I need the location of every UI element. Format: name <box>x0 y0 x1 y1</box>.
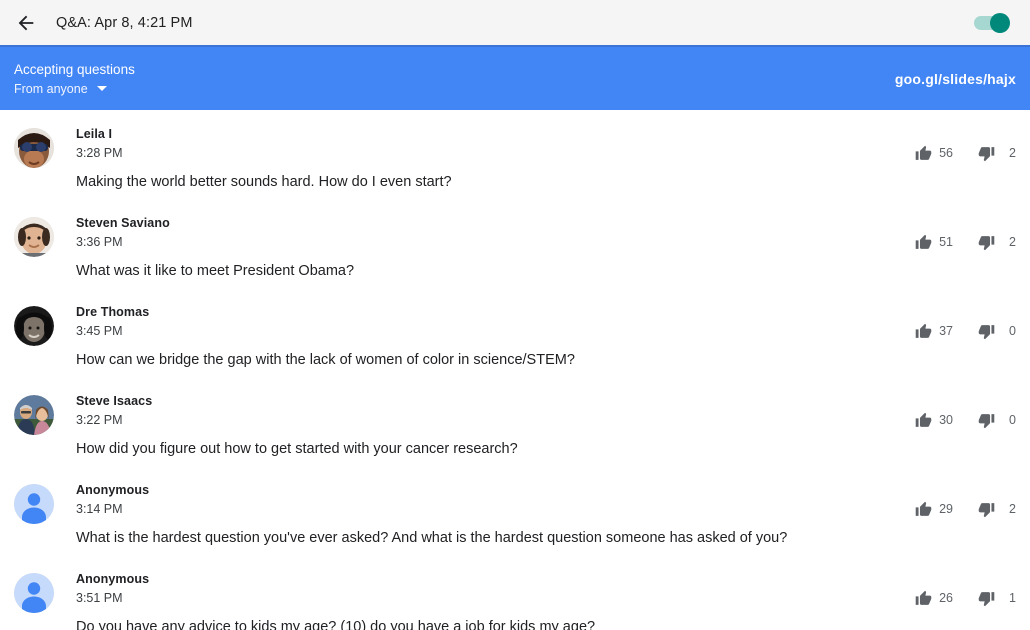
thumb-down-icon[interactable] <box>977 144 995 162</box>
thumb-down-icon[interactable] <box>977 322 995 340</box>
avatar <box>14 306 54 346</box>
vote-controls: 26 1 <box>914 589 1016 607</box>
accepting-questions-toggle[interactable] <box>974 12 1010 33</box>
vote-controls: 37 0 <box>914 322 1016 340</box>
downvote-group[interactable]: 2 <box>977 233 1016 251</box>
question-body: Anonymous 3:51 PM Do you have any advice… <box>54 571 1016 630</box>
question-time: 3:28 PM <box>76 146 123 160</box>
downvote-group[interactable]: 0 <box>977 411 1016 429</box>
upvote-group[interactable]: 37 <box>914 322 953 340</box>
accepting-status-label: Accepting questions <box>14 61 135 77</box>
downvote-group[interactable]: 0 <box>977 322 1016 340</box>
question-row[interactable]: Leila I 3:28 PM Making the world better … <box>0 116 1030 205</box>
avatar-anonymous <box>14 484 54 524</box>
author-name: Leila I <box>76 127 113 141</box>
downvote-group[interactable]: 2 <box>977 144 1016 162</box>
downvote-count: 2 <box>1009 502 1016 516</box>
question-row[interactable]: Dre Thomas 3:45 PM How can we bridge the… <box>0 294 1030 383</box>
thumb-up-icon[interactable] <box>914 322 932 340</box>
question-row[interactable]: Anonymous 3:14 PM What is the hardest qu… <box>0 472 1030 561</box>
avatar <box>14 128 54 168</box>
author-name: Steven Saviano <box>76 216 170 230</box>
author-name: Steve Isaacs <box>76 394 153 408</box>
thumb-up-icon[interactable] <box>914 411 932 429</box>
thumb-down-icon[interactable] <box>977 233 995 251</box>
question-body: Leila I 3:28 PM Making the world better … <box>54 126 1016 205</box>
question-time: 3:51 PM <box>76 591 123 605</box>
author-name: Anonymous <box>76 572 150 586</box>
upvote-group[interactable]: 30 <box>914 411 953 429</box>
question-time: 3:36 PM <box>76 235 123 249</box>
avatar <box>14 395 54 435</box>
vote-controls: 29 2 <box>914 500 1016 518</box>
question-body: Anonymous 3:14 PM What is the hardest qu… <box>54 482 1016 561</box>
downvote-count: 2 <box>1009 146 1016 160</box>
question-text: What is the hardest question you've ever… <box>76 530 788 546</box>
question-text: How did you figure out how to get starte… <box>76 441 518 457</box>
upvote-count: 37 <box>939 324 953 338</box>
downvote-count: 1 <box>1009 591 1016 605</box>
upvote-count: 51 <box>939 235 953 249</box>
banner-left-group: Accepting questions From anyone <box>14 61 135 97</box>
downvote-group[interactable]: 2 <box>977 500 1016 518</box>
upvote-count: 56 <box>939 146 953 160</box>
thumb-up-icon[interactable] <box>914 500 932 518</box>
downvote-count: 2 <box>1009 235 1016 249</box>
thumb-down-icon[interactable] <box>977 500 995 518</box>
question-text: Do you have any advice to kids my age? (… <box>76 619 596 630</box>
downvote-group[interactable]: 1 <box>977 589 1016 607</box>
question-time: 3:45 PM <box>76 324 123 338</box>
question-time: 3:14 PM <box>76 502 123 516</box>
vote-controls: 51 2 <box>914 233 1016 251</box>
avatar <box>14 217 54 257</box>
downvote-count: 0 <box>1009 413 1016 427</box>
question-text: Making the world better sounds hard. How… <box>76 174 452 190</box>
question-body: Steven Saviano 3:36 PM What was it like … <box>54 215 1016 294</box>
author-name: Dre Thomas <box>76 305 150 319</box>
question-row[interactable]: Steve Isaacs 3:22 PM How did you figure … <box>0 383 1030 472</box>
upvote-count: 26 <box>939 591 953 605</box>
question-text: What was it like to meet President Obama… <box>76 263 355 279</box>
question-row[interactable]: Anonymous 3:51 PM Do you have any advice… <box>0 561 1030 630</box>
top-app-bar: Q&A: Apr 8, 4:21 PM <box>0 0 1030 45</box>
vote-controls: 30 0 <box>914 411 1016 429</box>
thumb-up-icon[interactable] <box>914 144 932 162</box>
question-list: Leila I 3:28 PM Making the world better … <box>0 110 1030 630</box>
thumb-down-icon[interactable] <box>977 411 995 429</box>
upvote-count: 29 <box>939 502 953 516</box>
question-row[interactable]: Steven Saviano 3:36 PM What was it like … <box>0 205 1030 294</box>
upvote-group[interactable]: 56 <box>914 144 953 162</box>
question-text: How can we bridge the gap with the lack … <box>76 352 575 368</box>
thumb-down-icon[interactable] <box>977 589 995 607</box>
question-body: Dre Thomas 3:45 PM How can we bridge the… <box>54 304 1016 383</box>
vote-controls: 56 2 <box>914 144 1016 162</box>
downvote-count: 0 <box>1009 324 1016 338</box>
author-name: Anonymous <box>76 483 150 497</box>
audience-dropdown[interactable]: From anyone <box>14 81 135 97</box>
chevron-down-icon <box>96 86 107 91</box>
back-arrow-icon[interactable] <box>14 11 38 35</box>
page-title: Q&A: Apr 8, 4:21 PM <box>56 14 193 31</box>
audience-label: From anyone <box>14 81 88 96</box>
upvote-group[interactable]: 29 <box>914 500 953 518</box>
question-time: 3:22 PM <box>76 413 123 427</box>
thumb-up-icon[interactable] <box>914 233 932 251</box>
avatar-anonymous <box>14 573 54 613</box>
toggle-knob <box>990 12 1010 33</box>
thumb-up-icon[interactable] <box>914 589 932 607</box>
upvote-group[interactable]: 26 <box>914 589 953 607</box>
session-url[interactable]: goo.gl/slides/hajx <box>895 71 1016 87</box>
question-body: Steve Isaacs 3:22 PM How did you figure … <box>54 393 1016 472</box>
upvote-count: 30 <box>939 413 953 427</box>
status-banner: Accepting questions From anyone goo.gl/s… <box>0 45 1030 110</box>
upvote-group[interactable]: 51 <box>914 233 953 251</box>
